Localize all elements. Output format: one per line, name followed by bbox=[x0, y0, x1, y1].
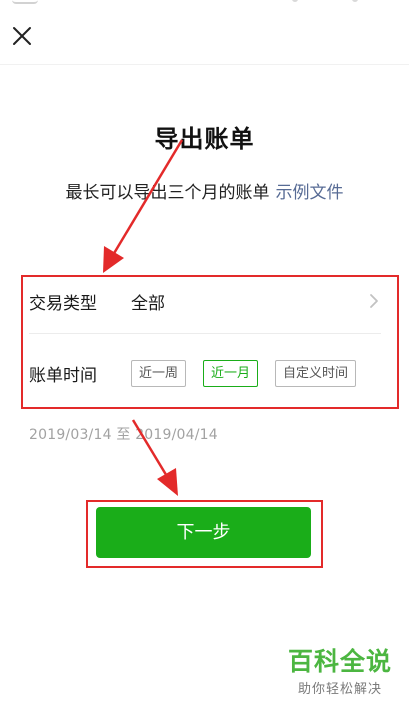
status-fragment bbox=[12, 0, 38, 4]
subtitle: 最长可以导出三个月的账单 示例文件 bbox=[0, 178, 409, 203]
status-bar-fragment bbox=[0, 0, 409, 8]
page-title: 导出账单 bbox=[154, 125, 255, 153]
annotation-box-next bbox=[86, 500, 323, 568]
watermark-logo: 百科全说 助你轻松解决 bbox=[284, 647, 396, 698]
close-button[interactable] bbox=[8, 22, 36, 50]
subtitle-text: 最长可以导出三个月的账单 bbox=[65, 183, 270, 203]
status-fragment bbox=[352, 0, 358, 2]
header-divider bbox=[0, 64, 409, 65]
date-range-text: 2019/03/14 至 2019/04/14 bbox=[29, 427, 218, 443]
annotation-arrow-top bbox=[103, 139, 184, 273]
sample-file-link[interactable]: 示例文件 bbox=[276, 183, 344, 203]
status-fragment bbox=[292, 0, 298, 2]
watermark-main-text: 百科全说 bbox=[287, 647, 392, 676]
watermark-sub-text: 助你轻松解决 bbox=[297, 682, 382, 697]
annotation-box-form bbox=[21, 275, 399, 409]
close-icon bbox=[13, 27, 31, 45]
